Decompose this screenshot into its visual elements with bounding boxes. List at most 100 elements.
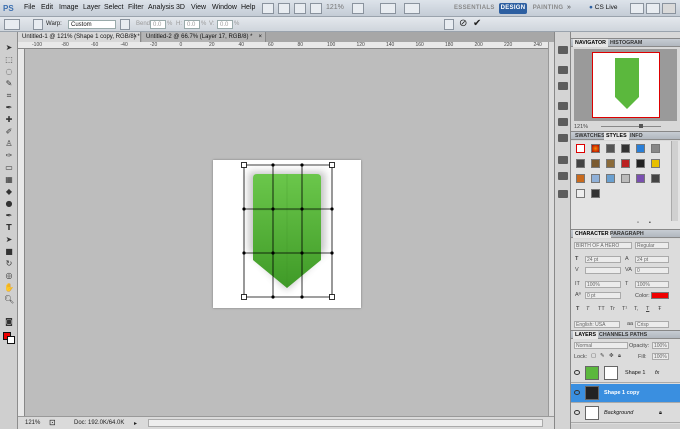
more-workspaces-icon[interactable]: »: [567, 4, 571, 11]
cs-live-button[interactable]: ● CS Live: [589, 4, 618, 11]
menu-layer[interactable]: Layer: [83, 4, 101, 11]
tracking-input[interactable]: 0: [635, 267, 669, 274]
close-window-icon[interactable]: [662, 3, 676, 14]
faux-bold-button[interactable]: T: [576, 306, 579, 312]
close-tab-icon[interactable]: ×: [258, 32, 262, 42]
menu-file[interactable]: File: [24, 4, 35, 11]
menu-edit[interactable]: Edit: [41, 4, 53, 11]
all-caps-button[interactable]: TT: [598, 306, 605, 312]
restore-window-icon[interactable]: [646, 3, 660, 14]
tab-info[interactable]: INFO: [628, 132, 645, 140]
brush-tool-icon[interactable]: ✐: [4, 128, 14, 136]
crop-tool-icon[interactable]: ⌗: [4, 92, 14, 100]
close-tab-icon[interactable]: ×: [133, 32, 137, 42]
bend-input[interactable]: 0.0: [150, 20, 166, 29]
navigator-preview[interactable]: [574, 49, 677, 121]
tool-presets-icon[interactable]: [558, 134, 568, 142]
menu-analysis[interactable]: Analysis: [148, 4, 174, 11]
language-select[interactable]: English: USA: [574, 321, 620, 328]
v-distortion-input[interactable]: 0.0: [217, 20, 233, 29]
layer-row-shape-1[interactable]: Shape 1 fx: [571, 364, 680, 383]
tab-navigator[interactable]: NAVIGATOR: [573, 39, 608, 47]
text-color-swatch[interactable]: [651, 292, 669, 299]
layer-name[interactable]: Background: [604, 410, 633, 416]
workspace-essentials[interactable]: ESSENTIALS: [454, 3, 494, 14]
history-icon[interactable]: [558, 66, 568, 74]
tab-swatches[interactable]: SWATCHES: [573, 132, 607, 140]
mini-bridge-icon[interactable]: [558, 46, 568, 54]
strikethrough-button[interactable]: Ŧ: [658, 306, 661, 312]
small-caps-button[interactable]: Tr: [610, 306, 615, 312]
healing-brush-tool-icon[interactable]: ✚: [4, 116, 14, 124]
vertical-scale-input[interactable]: 100%: [585, 281, 621, 288]
quick-selection-tool-icon[interactable]: ✎: [4, 80, 14, 88]
menu-view[interactable]: View: [191, 4, 206, 11]
style-swatch[interactable]: [576, 159, 585, 168]
lock-transparency-icon[interactable]: ▢: [591, 353, 596, 359]
style-swatch[interactable]: [651, 144, 660, 153]
horizontal-scrollbar[interactable]: [148, 419, 543, 427]
tab-layers[interactable]: LAYERS: [573, 331, 598, 339]
gradient-tool-icon[interactable]: ▦: [4, 176, 14, 184]
guides-icon[interactable]: [294, 3, 306, 14]
warp-mode-icon[interactable]: [33, 19, 43, 30]
style-swatch[interactable]: [591, 189, 600, 198]
style-swatch[interactable]: [651, 174, 660, 183]
minimize-window-icon[interactable]: [630, 3, 644, 14]
menu-help[interactable]: Help: [241, 4, 255, 11]
masks-icon[interactable]: [558, 172, 568, 180]
navigator-view-box[interactable]: [592, 52, 660, 118]
switch-warp-icon[interactable]: [444, 19, 454, 30]
dodge-tool-icon[interactable]: ●: [4, 200, 14, 208]
style-swatch[interactable]: [636, 159, 645, 168]
antialias-select[interactable]: Crisp: [635, 321, 669, 328]
menu-window[interactable]: Window: [212, 4, 237, 11]
tab-paragraph[interactable]: PARAGRAPH: [608, 230, 646, 238]
styles-scrollbar[interactable]: [671, 141, 678, 221]
subscript-button[interactable]: T,: [634, 306, 638, 312]
move-tool-icon[interactable]: ➤: [4, 44, 14, 52]
h-distortion-input[interactable]: 0.0: [184, 20, 200, 29]
lock-position-icon[interactable]: ✥: [609, 353, 614, 359]
marquee-tool-icon[interactable]: ⬚: [4, 56, 14, 64]
menu-select[interactable]: Select: [104, 4, 123, 11]
font-family-select[interactable]: BIRTH OF A HERO: [574, 242, 632, 249]
zoom-level-dropdown[interactable]: 121%: [326, 4, 344, 11]
status-menu-icon[interactable]: ▸: [134, 420, 137, 427]
3d-orbit-tool-icon[interactable]: ◎: [4, 272, 14, 280]
style-swatch[interactable]: [621, 144, 630, 153]
style-swatch[interactable]: [651, 159, 660, 168]
font-style-select[interactable]: Regular: [635, 242, 669, 249]
status-zoom[interactable]: 121%: [25, 420, 40, 426]
navigator-zoom-slider[interactable]: [601, 126, 661, 127]
screen-mode-icon[interactable]: [404, 3, 420, 14]
navigator-zoom[interactable]: 121%: [574, 124, 588, 130]
workspace-painting[interactable]: PAINTING: [532, 3, 564, 14]
style-swatch[interactable]: [621, 174, 630, 183]
style-swatch[interactable]: [591, 159, 600, 168]
tab-channels[interactable]: CHANNELS: [597, 331, 630, 339]
layer-effects-icon[interactable]: fx: [655, 370, 659, 376]
style-swatch[interactable]: [591, 144, 600, 153]
tab-histogram[interactable]: HISTOGRAM: [608, 39, 644, 47]
menu-image[interactable]: Image: [59, 4, 78, 11]
navigator-zoom-thumb[interactable]: [639, 124, 643, 128]
style-swatch[interactable]: [606, 174, 615, 183]
lasso-tool-icon[interactable]: ◌: [4, 68, 14, 76]
underline-button[interactable]: T: [646, 306, 649, 312]
tab-untitled-2[interactable]: Untitled-2 @ 66.7% (Layer 17, RGB/8) * ×: [142, 32, 266, 42]
tab-paths[interactable]: PATHS: [628, 331, 649, 339]
faux-italic-button[interactable]: T: [586, 306, 589, 312]
minibridge-icon[interactable]: [278, 3, 290, 14]
tab-character[interactable]: CHARACTER: [573, 230, 611, 238]
opacity-input[interactable]: 100%: [652, 342, 669, 349]
warp-orientation-icon[interactable]: [120, 19, 130, 30]
style-swatch[interactable]: [606, 159, 615, 168]
tool-preset-icon[interactable]: [4, 19, 20, 30]
arrange-documents-icon[interactable]: [380, 3, 396, 14]
notes-icon[interactable]: [558, 190, 568, 198]
pen-tool-icon[interactable]: ✒: [4, 212, 14, 220]
eyedropper-tool-icon[interactable]: ✒: [4, 104, 14, 112]
layer-row-background[interactable]: Background 🔒︎: [571, 404, 680, 423]
eraser-tool-icon[interactable]: ▭: [4, 164, 14, 172]
